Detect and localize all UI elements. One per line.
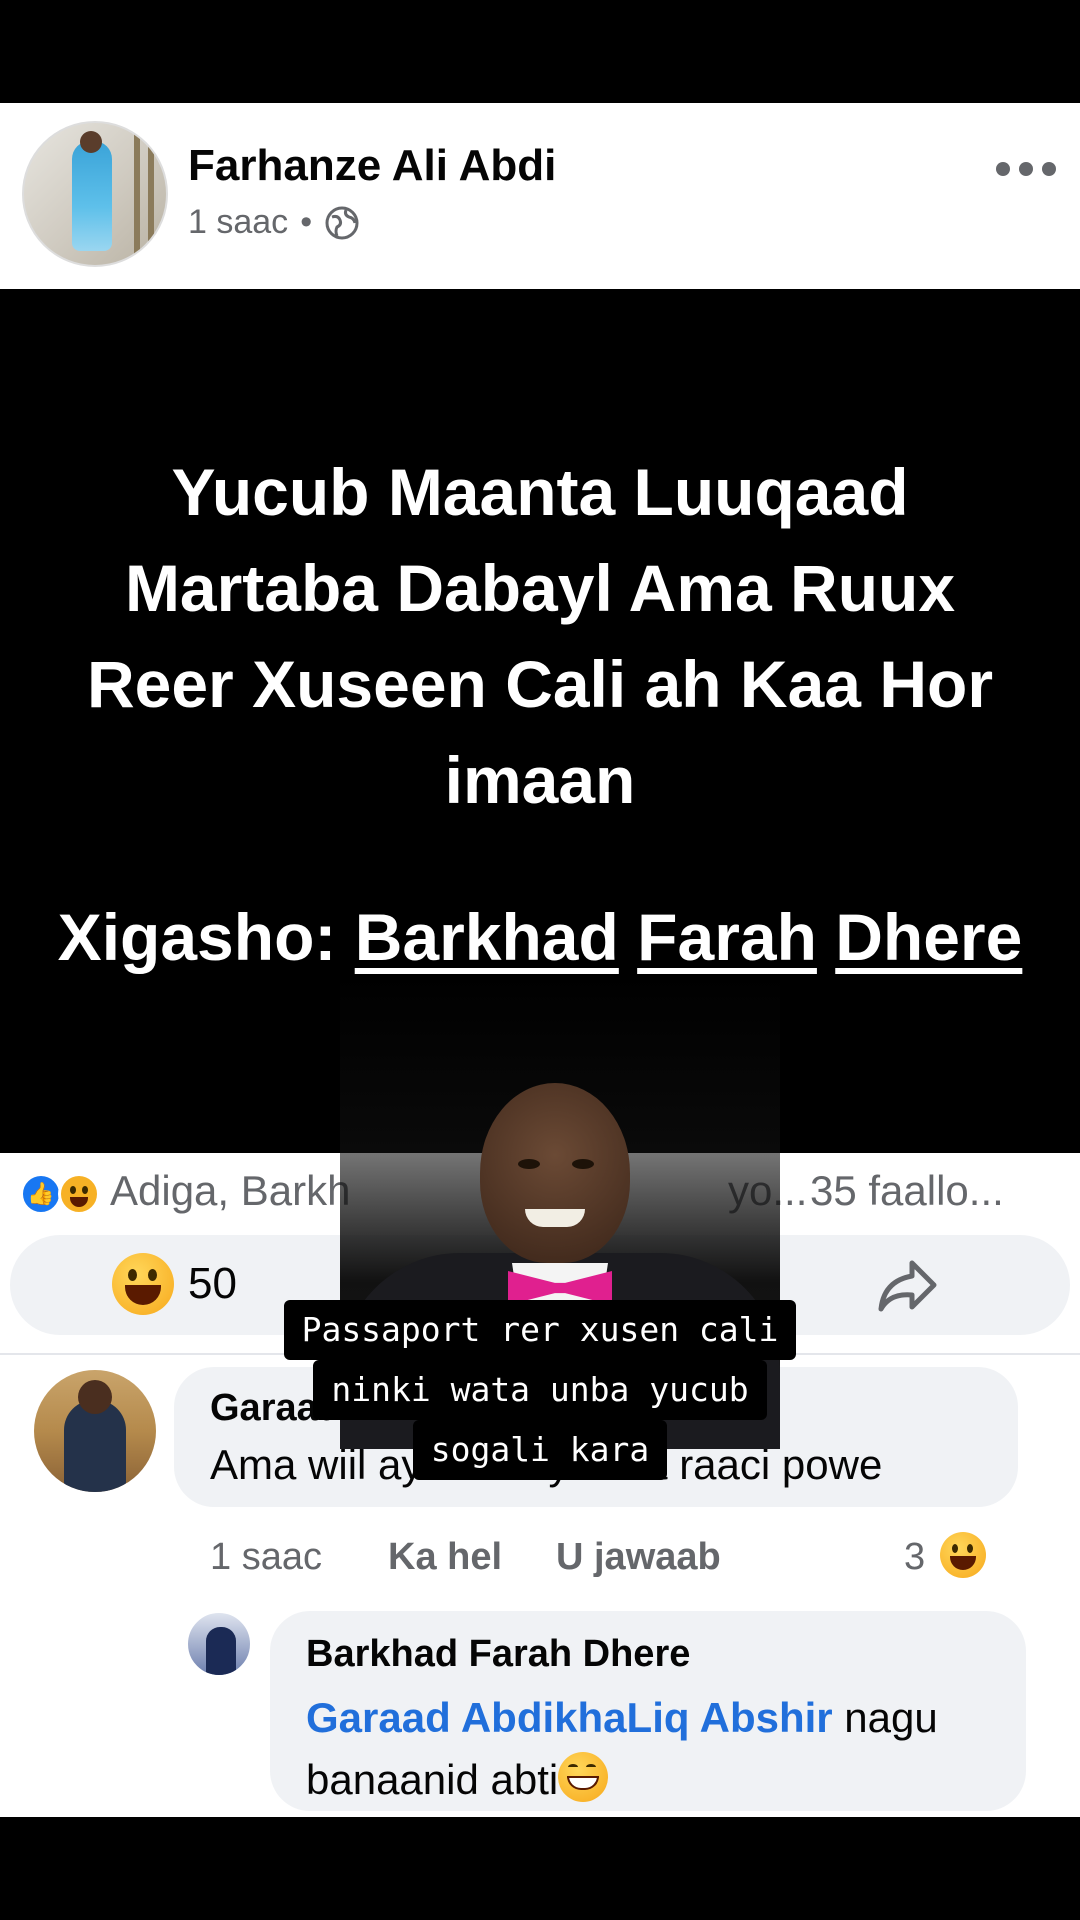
- like-icon: 👍: [20, 1173, 62, 1215]
- post-header: Farhanze Ali Abdi 1 saac •: [0, 103, 1080, 289]
- attribution-link-1[interactable]: Barkhad: [355, 900, 619, 974]
- video-caption: Passaport rer xusen cali ninki wata unba…: [0, 1300, 1080, 1480]
- reply-text-part1: nagu: [832, 1694, 938, 1741]
- caption-line-3: sogali kara: [412, 1420, 668, 1480]
- video-bottom-letterbox: [0, 1817, 1080, 1920]
- globe-icon: [325, 206, 359, 239]
- comment-reaction-count: 3: [904, 1536, 926, 1578]
- reply-author[interactable]: Barkhad Farah Dhere: [306, 1633, 690, 1676]
- reply-avatar[interactable]: [186, 1611, 252, 1677]
- post-time[interactable]: 1 saac: [188, 203, 288, 242]
- more-options-icon[interactable]: [996, 157, 1056, 181]
- attribution-link-3[interactable]: Dhere: [835, 900, 1022, 974]
- grin-emoji-icon: [558, 1752, 609, 1802]
- reply-bubble: Barkhad Farah Dhere Garaad AbdikhaLiq Ab…: [270, 1611, 1026, 1811]
- meta-separator: •: [300, 203, 313, 241]
- post-meta: 1 saac •: [188, 203, 360, 242]
- author-name[interactable]: Farhanze Ali Abdi: [188, 141, 556, 191]
- haha-icon[interactable]: [940, 1532, 986, 1578]
- comment-time: 1 saac: [210, 1536, 322, 1578]
- caption-line-2: ninki wata unba yucub: [313, 1360, 767, 1420]
- comments-count[interactable]: 35 faallo...: [810, 1167, 1004, 1215]
- haha-icon: [58, 1173, 100, 1215]
- reply-mention-link[interactable]: Garaad AbdikhaLiq Abshir: [306, 1694, 833, 1741]
- reply-text: Garaad AbdikhaLiq Abshir nagu banaanid a…: [306, 1687, 1006, 1811]
- author-avatar[interactable]: [22, 121, 168, 267]
- attribution-link-2[interactable]: Farah: [637, 900, 817, 974]
- caption-line-1: Passaport rer xusen cali: [283, 1300, 797, 1360]
- comment-like-button[interactable]: Ka hel: [388, 1536, 502, 1579]
- facebook-post-screen: Farhanze Ali Abdi 1 saac • Yucub Maanta …: [0, 103, 1080, 1817]
- video-top-letterbox: [0, 0, 1080, 103]
- reply-text-part2: banaanid abti: [306, 1756, 559, 1803]
- post-quote-text: Yucub Maanta Luuqaad Martaba Dabayl Ama …: [86, 455, 994, 817]
- comment-reply-button[interactable]: U jawaab: [556, 1536, 721, 1579]
- post-attribution: Xigasho: Barkhad Farah Dhere: [0, 899, 1080, 975]
- attribution-prefix: Xigasho:: [57, 900, 337, 974]
- reactors-names[interactable]: Adiga, Barkh: [110, 1167, 350, 1215]
